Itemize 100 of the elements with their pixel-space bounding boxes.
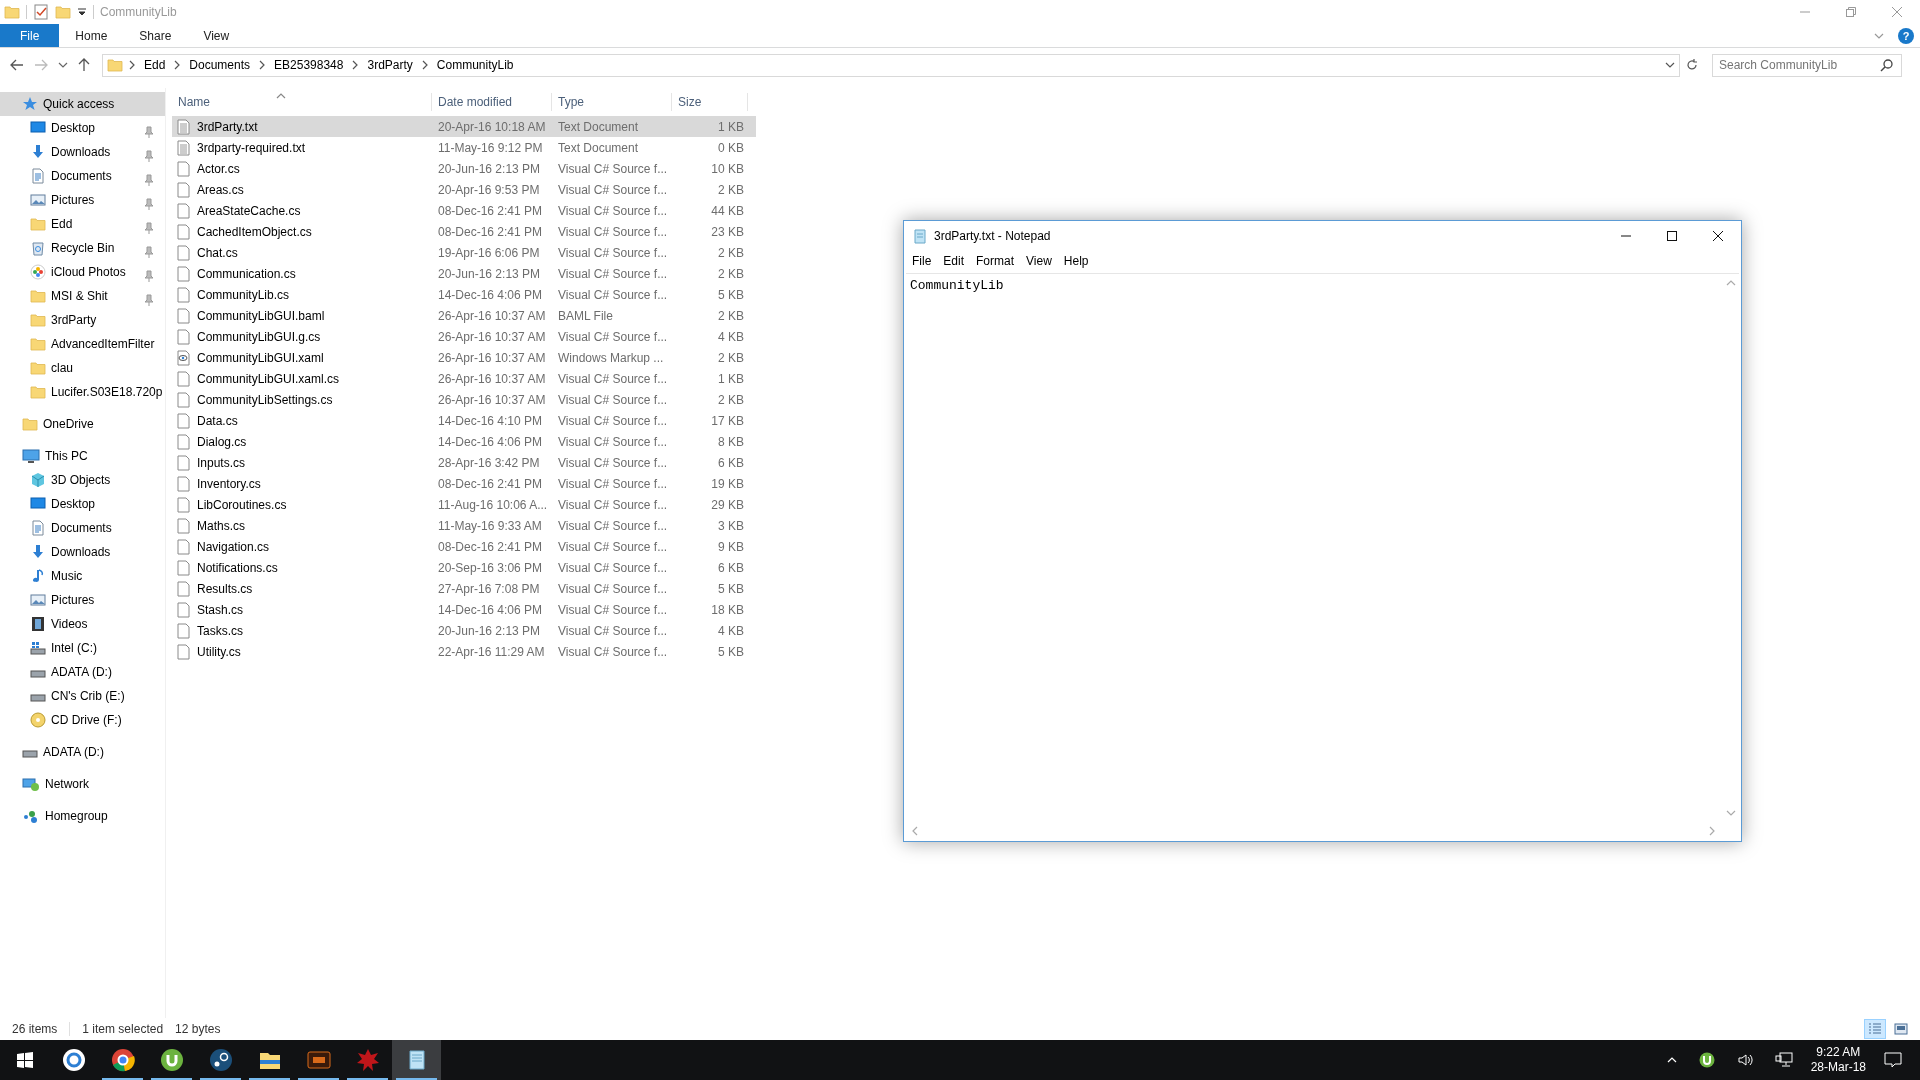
column-header[interactable]: Type — [552, 93, 672, 111]
nav-item[interactable]: Pictures — [0, 588, 165, 612]
file-name[interactable]: Chat.cs — [172, 243, 432, 262]
nav-item[interactable]: ADATA (D:) — [0, 660, 165, 684]
nav-item[interactable]: clau — [0, 356, 165, 380]
file-name[interactable]: CachedItemObject.cs — [172, 222, 432, 241]
file-name[interactable]: Navigation.cs — [172, 537, 432, 556]
clock-time: 9:22 AM — [1816, 1045, 1861, 1060]
file-name[interactable]: CommunityLibGUI.xaml — [172, 348, 432, 367]
nav-item[interactable]: Recycle Bin — [0, 236, 165, 260]
file-name[interactable]: CommunityLibSettings.cs — [172, 390, 432, 409]
menu-item[interactable]: Format — [970, 252, 1021, 270]
file-name[interactable]: LibCoroutines.cs — [172, 495, 432, 514]
nav-item[interactable]: AdvancedItemFilter — [0, 332, 165, 356]
date-cell-text: 28-Apr-16 3:42 PM — [437, 454, 541, 472]
restore-icon — [1846, 7, 1856, 17]
file-name[interactable]: 3rdParty.txt — [172, 117, 432, 136]
file-name[interactable]: Notifications.cs — [172, 558, 432, 577]
menu-item[interactable]: View — [1020, 252, 1058, 270]
refresh-icon — [1686, 59, 1698, 71]
type-cell-text: Visual C# Source f... — [557, 433, 669, 451]
nav-item[interactable]: Videos — [0, 612, 165, 636]
date-cell-text: 08-Dec-16 2:41 PM — [437, 223, 544, 241]
breadcrumb[interactable]: CommunityLib — [433, 56, 517, 74]
nav-item[interactable]: CN's Crib (E:) — [0, 684, 165, 708]
search-field[interactable]: Search CommunityLib — [1712, 53, 1902, 77]
breadcrumb[interactable]: 3rdParty — [364, 56, 416, 74]
taskbar-button[interactable] — [392, 1040, 441, 1080]
ribbon-tab[interactable]: Home — [59, 24, 124, 47]
nav-item[interactable]: 3D Objects — [0, 468, 165, 492]
ribbon-tab[interactable]: Share — [123, 24, 188, 47]
nav-item[interactable]: Desktop — [0, 116, 165, 140]
menu-item[interactable]: Edit — [937, 252, 971, 270]
file-name[interactable]: Inputs.cs — [172, 453, 432, 472]
app-icon — [1698, 1052, 1715, 1068]
nav-item[interactable]: Downloads — [0, 140, 165, 164]
nav-item[interactable]: Pictures — [0, 188, 165, 212]
file-name[interactable]: Stash.cs — [172, 600, 432, 619]
file-name[interactable]: Maths.cs — [172, 516, 432, 535]
nav-item[interactable]: iCloud Photos — [0, 260, 165, 284]
file-name[interactable]: Utility.cs — [172, 642, 432, 661]
file-name[interactable]: 3rdparty-required.txt — [172, 138, 432, 157]
file-icon — [176, 643, 191, 660]
nav-item[interactable]: MSI & Shit — [0, 284, 165, 308]
file-name[interactable]: CommunityLibGUI.g.cs — [172, 327, 432, 346]
view-toggle[interactable] — [1864, 1019, 1886, 1039]
text-editor[interactable]: CommunityLib — [906, 274, 1722, 822]
file-name[interactable]: Data.cs — [172, 411, 432, 430]
nav-item[interactable]: Desktop — [0, 492, 165, 516]
pin-icon — [143, 173, 155, 186]
nav-item[interactable]: This PC — [0, 444, 165, 468]
file-name[interactable]: Tasks.cs — [172, 621, 432, 640]
nav-item[interactable]: Lucifer.S03E18.720p — [0, 380, 165, 404]
file-name[interactable]: Areas.cs — [172, 180, 432, 199]
chevron-icon — [1666, 1055, 1677, 1065]
ribbon-tab[interactable]: File — [0, 24, 60, 47]
nav-item[interactable]: Homegroup — [0, 804, 165, 828]
folder-icon — [55, 4, 71, 20]
breadcrumb[interactable]: Documents — [186, 56, 254, 74]
menu-item[interactable]: File — [906, 252, 938, 270]
cube-icon — [30, 472, 46, 488]
file-name[interactable]: AreaStateCache.cs — [172, 201, 432, 220]
nav-item[interactable]: Intel (C:) — [0, 636, 165, 660]
nav-item[interactable]: CD Drive (F:) — [0, 708, 165, 732]
clock[interactable]: 9:22 AM 28-Mar-18 — [1810, 1045, 1866, 1075]
file-name[interactable]: Inventory.cs — [172, 474, 432, 493]
date-cell-text: 20-Jun-16 2:13 PM — [437, 265, 542, 283]
nav-item[interactable]: OneDrive — [0, 412, 165, 436]
file-icon — [176, 265, 191, 282]
type-cell-text: Visual C# Source f... — [557, 160, 669, 178]
file-name[interactable]: CommunityLibGUI.baml — [172, 306, 432, 325]
file-name[interactable]: CommunityLibGUI.xaml.cs — [172, 369, 432, 388]
column-header[interactable]: Date modified — [432, 93, 552, 111]
date-cell-text: 19-Apr-16 6:06 PM — [437, 244, 541, 262]
column-header[interactable]: Size — [672, 93, 748, 111]
nav-item[interactable]: Downloads — [0, 540, 165, 564]
nav-item[interactable]: Edd — [0, 212, 165, 236]
nav-item[interactable]: Music — [0, 564, 165, 588]
file-name[interactable]: Communication.cs — [172, 264, 432, 283]
breadcrumb[interactable]: Edd — [141, 56, 169, 74]
file-name[interactable]: Dialog.cs — [172, 432, 432, 451]
file-name[interactable]: CommunityLib.cs — [172, 285, 432, 304]
breadcrumb[interactable]: EB25398348 — [271, 56, 347, 74]
address-bar[interactable]: Edd Documents EB25398348 3rdParty CommunityLib — [102, 53, 1680, 77]
type-cell-text: Windows Markup ... — [557, 349, 665, 367]
nav-item[interactable]: Documents — [0, 164, 165, 188]
ribbon-tab[interactable]: View — [187, 24, 246, 47]
file-name[interactable]: Results.cs — [172, 579, 432, 598]
help-button[interactable]: ? — [1898, 27, 1914, 44]
nav-item[interactable]: 3rdParty — [0, 308, 165, 332]
file-name[interactable]: Actor.cs — [172, 159, 432, 178]
nav-item[interactable]: Quick access — [0, 92, 165, 116]
column-header[interactable]: Name — [172, 93, 432, 111]
nav-item[interactable]: ADATA (D:) — [0, 740, 165, 764]
up-arrow-icon — [78, 58, 90, 72]
menu-item[interactable]: Help — [1057, 252, 1095, 270]
file-name-text: Data.cs — [197, 412, 238, 430]
file-name-text: CommunityLibGUI.xaml.cs — [197, 370, 340, 388]
nav-item[interactable]: Documents — [0, 516, 165, 540]
nav-item[interactable]: Network — [0, 772, 165, 796]
